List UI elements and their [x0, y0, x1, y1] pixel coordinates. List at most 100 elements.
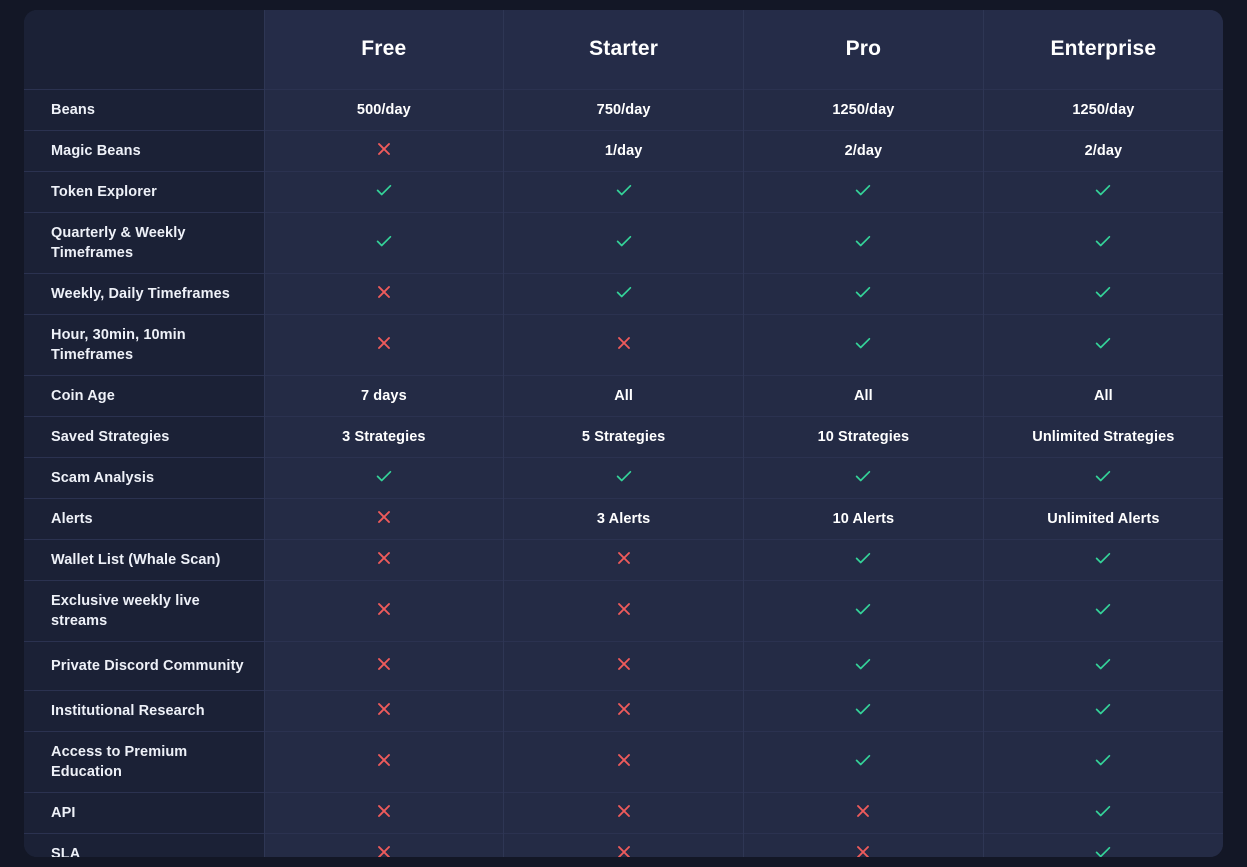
cell-value: 10 Alerts [743, 497, 984, 539]
cell-included [743, 689, 984, 731]
cell-value: All [503, 374, 744, 416]
cell-excluded [264, 832, 505, 857]
cross-icon [375, 655, 393, 673]
table-row: Quarterly & Weekly Timeframes [24, 211, 1223, 273]
cell-excluded [503, 791, 744, 833]
check-icon [614, 466, 634, 486]
cross-icon [854, 802, 872, 820]
table-row: Access to Premium Education [24, 730, 1223, 792]
cell-value: 3 Strategies [264, 415, 505, 457]
cross-icon [375, 843, 393, 857]
cell-value: All [743, 374, 984, 416]
table-body: Beans 500/day 750/day 1250/day 1250/day Magic… [24, 88, 1223, 857]
check-icon [853, 699, 873, 719]
table-row: Magic Beans 1/day 2/day 2/day [24, 129, 1223, 171]
check-icon [374, 466, 394, 486]
cell-included [983, 211, 1223, 273]
feature-label: Magic Beans [24, 129, 265, 171]
check-icon [1093, 750, 1113, 770]
check-icon [1093, 282, 1113, 302]
table-header: Free Starter Pro Enterprise [24, 10, 1223, 89]
table-row: Alerts 3 Alerts 10 Alerts Unlimited Alerts [24, 497, 1223, 539]
cell-included [503, 211, 744, 273]
cross-icon [375, 549, 393, 567]
feature-label: Scam Analysis [24, 456, 265, 498]
table-row: Scam Analysis [24, 456, 1223, 498]
cell-included [983, 456, 1223, 498]
cell-included [503, 456, 744, 498]
plan-comparison-table: Free Starter Pro Enterprise Beans 500/day… [24, 10, 1223, 857]
feature-label: Coin Age [24, 374, 265, 416]
table-row: Institutional Research [24, 689, 1223, 731]
cell-excluded [264, 640, 505, 690]
check-icon [853, 466, 873, 486]
cell-excluded [503, 538, 744, 580]
cell-included [983, 832, 1223, 857]
plan-header-free: Free [264, 10, 505, 89]
table-row: Private Discord Community [24, 640, 1223, 690]
cross-icon [375, 334, 393, 352]
cell-value: 2/day [983, 129, 1223, 171]
cell-included [743, 538, 984, 580]
table-row: API [24, 791, 1223, 833]
plan-header-pro: Pro [743, 10, 984, 89]
cell-included [264, 456, 505, 498]
cell-excluded [264, 579, 505, 641]
cell-value: 1/day [503, 129, 744, 171]
check-icon [853, 180, 873, 200]
cell-included [983, 730, 1223, 792]
feature-label: Institutional Research [24, 689, 265, 731]
cell-included [743, 730, 984, 792]
cross-icon [615, 843, 633, 857]
cross-icon [615, 802, 633, 820]
cell-value: Unlimited Strategies [983, 415, 1223, 457]
table-row: Exclusive weekly live streams [24, 579, 1223, 641]
header-row: Free Starter Pro Enterprise [24, 10, 1223, 89]
cell-excluded [264, 313, 505, 375]
cell-included [983, 791, 1223, 833]
cell-excluded [264, 497, 505, 539]
cell-included [743, 170, 984, 212]
feature-column-header [24, 10, 265, 89]
cross-icon [375, 140, 393, 158]
cell-excluded [503, 730, 744, 792]
check-icon [853, 599, 873, 619]
cell-value: 5 Strategies [503, 415, 744, 457]
feature-label: Alerts [24, 497, 265, 539]
check-icon [853, 231, 873, 251]
check-icon [853, 750, 873, 770]
check-icon [853, 282, 873, 302]
table-row: Beans 500/day 750/day 1250/day 1250/day [24, 88, 1223, 130]
cell-included [983, 313, 1223, 375]
cell-included [983, 689, 1223, 731]
cell-included [743, 456, 984, 498]
plan-header-enterprise: Enterprise [983, 10, 1223, 89]
cross-icon [615, 549, 633, 567]
cell-excluded [264, 272, 505, 314]
check-icon [1093, 801, 1113, 821]
cell-included [743, 211, 984, 273]
feature-label: API [24, 791, 265, 833]
check-icon [374, 180, 394, 200]
cell-value: 10 Strategies [743, 415, 984, 457]
check-icon [1093, 654, 1113, 674]
cell-included [983, 579, 1223, 641]
cell-excluded [264, 129, 505, 171]
cell-included [743, 272, 984, 314]
cross-icon [375, 751, 393, 769]
feature-label: Private Discord Community [24, 640, 265, 690]
cell-included [743, 313, 984, 375]
cross-icon [375, 508, 393, 526]
cell-excluded [743, 832, 984, 857]
plan-header-starter: Starter [503, 10, 744, 89]
cell-included [264, 211, 505, 273]
cell-excluded [264, 538, 505, 580]
feature-label: Weekly, Daily Timeframes [24, 272, 265, 314]
cell-value: 500/day [264, 88, 505, 130]
table-row: Token Explorer [24, 170, 1223, 212]
cross-icon [615, 751, 633, 769]
feature-label: Hour, 30min, 10min Timeframes [24, 313, 265, 375]
cell-included [983, 640, 1223, 690]
cell-value: Unlimited Alerts [983, 497, 1223, 539]
table-row: Hour, 30min, 10min Timeframes [24, 313, 1223, 375]
